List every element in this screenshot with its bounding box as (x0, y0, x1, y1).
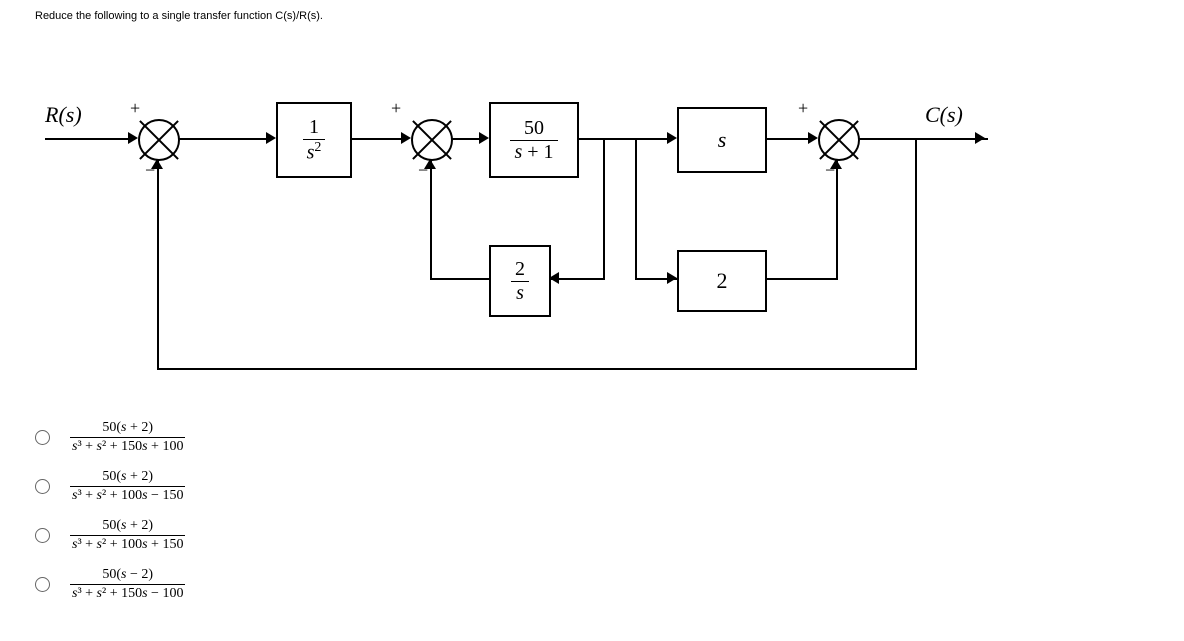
summing-junction-3 (818, 119, 860, 161)
radio-icon[interactable] (35, 577, 50, 592)
option-4[interactable]: 50(s − 2) s³ + s² + 150s − 100 (35, 567, 185, 602)
output-label: C(s) (925, 102, 963, 128)
block-diagram: R(s) + − 1 s2 + − 50 s + 1 s (45, 90, 1045, 380)
block1-num: 1 (303, 116, 326, 139)
block-50-over-s-plus-1: 50 s + 1 (489, 102, 579, 178)
block-gain-2: 2 (677, 250, 767, 312)
fb-inner-num: 2 (511, 258, 529, 281)
radio-icon[interactable] (35, 430, 50, 445)
summing-junction-2 (411, 119, 453, 161)
sum1-plus: + (130, 98, 140, 119)
block-s: s (677, 107, 767, 173)
summing-junction-1 (138, 119, 180, 161)
question-prompt: Reduce the following to a single transfe… (35, 10, 323, 22)
sum3-plus: + (798, 98, 808, 119)
option-1[interactable]: 50(s + 2) s³ + s² + 150s + 100 (35, 420, 185, 455)
option-3[interactable]: 50(s + 2) s³ + s² + 100s + 150 (35, 518, 185, 553)
block2-num: 50 (510, 117, 557, 140)
radio-icon[interactable] (35, 528, 50, 543)
input-label: R(s) (45, 102, 82, 128)
block-2-over-s: 2 s (489, 245, 551, 317)
radio-icon[interactable] (35, 479, 50, 494)
option-2[interactable]: 50(s + 2) s³ + s² + 100s − 150 (35, 469, 185, 504)
sum2-plus: + (391, 98, 401, 119)
answer-options: 50(s + 2) s³ + s² + 150s + 100 50(s + 2)… (35, 420, 185, 616)
block-1-over-s2: 1 s2 (276, 102, 352, 178)
